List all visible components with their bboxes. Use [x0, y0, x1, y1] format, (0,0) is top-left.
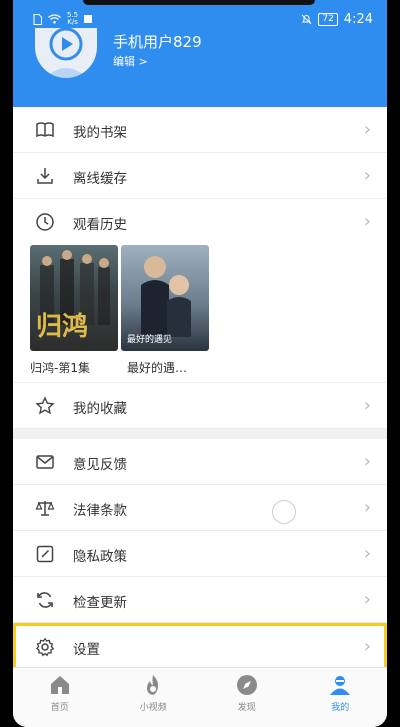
phone-notch: [83, 0, 315, 5]
nav-tab-discover[interactable]: 发现: [200, 668, 294, 727]
edit-profile-link[interactable]: 编辑 >: [113, 53, 148, 69]
avatar[interactable]: [35, 28, 97, 78]
star-icon: [35, 396, 55, 415]
menu-item-check-update[interactable]: 检查更新 ›: [13, 577, 387, 623]
user-icon: [330, 676, 351, 695]
flame-icon: [147, 675, 159, 695]
watch-history-strip: 归鸿 归鸿-第1集 最好的遇见 最好的遇…: [13, 245, 387, 383]
mail-icon: [36, 455, 54, 469]
menu-list: 我的书架 › 离线缓存 › 观看历史 › 归鸿 归鸿-第1集 最好的遇见 最好的…: [13, 107, 387, 671]
chevron-right-icon: ›: [363, 119, 371, 140]
poster-title: 最好的遇见: [127, 335, 173, 345]
menu-item-label: 观看历史: [73, 217, 127, 233]
nav-tab-short-video[interactable]: 小视频: [107, 668, 201, 727]
home-icon: [50, 676, 69, 694]
nav-tab-mine[interactable]: 我的: [294, 668, 388, 727]
gear-icon: [35, 637, 55, 657]
section-divider: [13, 429, 387, 439]
scale-icon: [35, 501, 55, 516]
wifi-icon: [48, 14, 61, 24]
profile-header: 5.5 K/s 72 4:24 手机用户829 编辑 >: [13, 0, 387, 107]
chevron-right-icon: ›: [363, 451, 371, 472]
sim-icon: [33, 13, 42, 25]
notification-square-icon: [84, 15, 93, 23]
menu-item-label: 离线缓存: [73, 171, 127, 187]
nav-tab-home[interactable]: 首页: [13, 668, 107, 727]
nav-label: 发现: [237, 703, 256, 713]
menu-item-bookshelf[interactable]: 我的书架 ›: [13, 107, 387, 153]
history-caption[interactable]: 最好的遇…: [127, 359, 187, 376]
menu-item-legal-terms[interactable]: 法律条款 ›: [13, 485, 387, 531]
compass-icon: [236, 675, 257, 695]
history-caption[interactable]: 归鸿-第1集: [30, 359, 90, 376]
menu-item-label: 检查更新: [73, 595, 127, 611]
clock-time: 4:24: [343, 12, 373, 27]
menu-item-label: 意见反馈: [73, 457, 127, 473]
history-poster[interactable]: 归鸿: [30, 245, 118, 351]
network-speed: 5.5 K/s: [67, 12, 78, 26]
bottom-navigation: 首页 小视频 发现 我的: [13, 667, 387, 727]
refresh-icon: [37, 592, 53, 608]
menu-item-label: 隐私政策: [73, 549, 127, 565]
user-name: 手机用户829: [113, 33, 202, 51]
touch-indicator: [272, 500, 296, 524]
chevron-right-icon: ›: [363, 636, 371, 657]
chevron-right-icon: ›: [363, 211, 371, 232]
menu-item-settings[interactable]: 设置 ›: [13, 623, 387, 671]
menu-item-offline-cache[interactable]: 离线缓存 ›: [13, 153, 387, 199]
menu-item-privacy-policy[interactable]: 隐私政策 ›: [13, 531, 387, 577]
menu-item-label: 我的收藏: [73, 401, 127, 417]
chevron-right-icon: ›: [363, 589, 371, 610]
menu-item-label: 设置: [73, 642, 100, 658]
app-screen: 5.5 K/s 72 4:24 手机用户829 编辑 > 我的书架 › 离线缓存…: [13, 0, 387, 727]
mute-icon: [301, 14, 312, 25]
menu-item-watch-history[interactable]: 观看历史 ›: [13, 199, 387, 245]
nav-label: 我的: [331, 703, 350, 713]
battery-indicator: 72: [318, 13, 338, 26]
chevron-right-icon: ›: [363, 543, 371, 564]
chevron-right-icon: ›: [363, 395, 371, 416]
poster-title: 归鸿: [36, 312, 89, 342]
nav-label: 首页: [50, 703, 69, 713]
network-speed-unit: K/s: [67, 18, 78, 26]
menu-item-feedback[interactable]: 意见反馈 ›: [13, 439, 387, 485]
menu-item-label: 我的书架: [73, 125, 127, 141]
edit-square-icon: [36, 545, 54, 563]
history-poster[interactable]: 最好的遇见: [121, 245, 209, 351]
clock-icon: [36, 213, 54, 231]
chevron-right-icon: ›: [363, 165, 371, 186]
chevron-right-icon: ›: [363, 497, 371, 518]
avatar-play-icon: [45, 28, 87, 78]
menu-item-favorites[interactable]: 我的收藏 ›: [13, 383, 387, 429]
book-icon: [36, 122, 54, 138]
menu-item-label: 法律条款: [73, 503, 127, 519]
nav-label: 小视频: [139, 703, 167, 713]
download-icon: [37, 168, 53, 184]
